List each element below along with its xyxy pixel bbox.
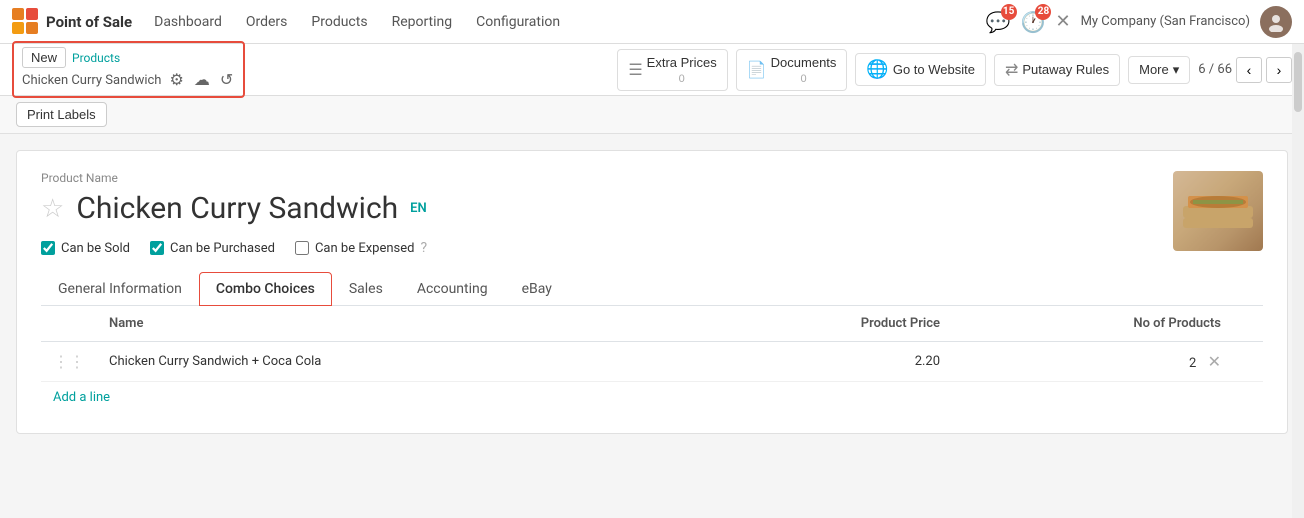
- can-be-purchased-item: Can be Purchased: [150, 241, 275, 256]
- documents-button[interactable]: 📄 Documents 0: [736, 49, 848, 91]
- combo-table: Name Product Price No of Products ⋮⋮ Chi…: [41, 306, 1263, 382]
- settings-gear-icon[interactable]: ⚙: [167, 68, 185, 92]
- products-col-header: No of Products: [952, 306, 1233, 342]
- table-row: ⋮⋮ Chicken Curry Sandwich + Coca Cola 2.…: [41, 342, 1263, 382]
- can-be-expensed-checkbox[interactable]: [295, 241, 309, 255]
- product-thumbnail: [1178, 176, 1258, 246]
- row-products-cell: 2 ✕: [952, 342, 1233, 382]
- nav-item-configuration[interactable]: Configuration: [466, 8, 570, 36]
- documents-label: Documents 0: [771, 55, 837, 85]
- toolbar-actions: ☰ Extra Prices 0 📄 Documents 0 🌐 Go to W…: [617, 49, 1292, 91]
- favorite-star-icon[interactable]: ☆: [41, 194, 64, 224]
- main-content: Product Name ☆ Chicken Curry Sandwich EN: [0, 134, 1304, 450]
- tabs: General Information Combo Choices Sales …: [41, 272, 1263, 306]
- name-col-header: Name: [97, 306, 692, 342]
- tab-accounting[interactable]: Accounting: [400, 272, 505, 306]
- can-be-expensed-item: Can be Expensed ?: [295, 240, 427, 256]
- nav-item-reporting[interactable]: Reporting: [382, 8, 463, 36]
- company-label[interactable]: My Company (San Francisco): [1081, 14, 1250, 29]
- can-be-sold-item: Can be Sold: [41, 241, 130, 256]
- drag-col-header: [41, 306, 97, 342]
- tab-ebay[interactable]: eBay: [505, 272, 569, 306]
- extra-prices-button[interactable]: ☰ Extra Prices 0: [617, 49, 727, 91]
- row-price-cell: 2.20: [692, 342, 952, 382]
- can-be-purchased-checkbox[interactable]: [150, 241, 164, 255]
- print-labels-bar: Print Labels: [0, 96, 1304, 134]
- print-labels-button[interactable]: Print Labels: [16, 102, 107, 127]
- avatar-icon: [1266, 12, 1286, 32]
- document-icon: 📄: [747, 60, 767, 80]
- product-image-placeholder: [1173, 171, 1263, 251]
- help-icon[interactable]: ?: [420, 240, 427, 256]
- product-form: Product Name ☆ Chicken Curry Sandwich EN: [16, 150, 1288, 434]
- product-name-label: Product Name: [41, 171, 1263, 185]
- more-button[interactable]: More ▾: [1128, 56, 1190, 84]
- breadcrumb[interactable]: New Products Chicken Curry Sandwich ⚙ ☁ …: [12, 41, 245, 98]
- cloud-upload-icon[interactable]: ☁: [192, 68, 212, 92]
- nav-item-dashboard[interactable]: Dashboard: [144, 8, 232, 36]
- undo-icon[interactable]: ↺: [218, 68, 235, 92]
- add-line-link[interactable]: Add a line: [41, 382, 122, 413]
- drag-handle-cell[interactable]: ⋮⋮: [41, 342, 97, 382]
- pos-icon: [12, 8, 40, 36]
- language-badge[interactable]: EN: [410, 201, 427, 216]
- action-bar: New Products Chicken Curry Sandwich ⚙ ☁ …: [0, 44, 1304, 96]
- next-page-button[interactable]: ›: [1266, 57, 1292, 83]
- globe-icon: 🌐: [866, 59, 888, 80]
- activity-icon-btn[interactable]: 🕐 28: [1021, 10, 1046, 34]
- putaway-rules-button[interactable]: ⇄ Putaway Rules: [994, 54, 1120, 86]
- can-be-purchased-label: Can be Purchased: [170, 241, 275, 256]
- nav-item-products[interactable]: Products: [301, 8, 377, 36]
- tab-sales[interactable]: Sales: [332, 272, 400, 306]
- extra-prices-label: Extra Prices 0: [647, 55, 717, 85]
- actions-col-header: [1233, 306, 1263, 342]
- drag-handle-icon[interactable]: ⋮⋮: [53, 352, 85, 371]
- shuffle-icon: ⇄: [1005, 60, 1018, 80]
- scrollbar-thumb[interactable]: [1294, 52, 1302, 112]
- breadcrumb-current: Chicken Curry Sandwich ⚙ ☁ ↺: [22, 68, 235, 92]
- row-actions-cell: [1233, 342, 1263, 382]
- chat-icon-btn[interactable]: 💬 15: [986, 10, 1011, 34]
- list-icon: ☰: [628, 60, 642, 80]
- nav-item-orders[interactable]: Orders: [236, 8, 298, 36]
- user-avatar[interactable]: [1260, 6, 1292, 38]
- nav-right: 💬 15 🕐 28 ✕ My Company (San Francisco): [986, 6, 1292, 38]
- go-website-button[interactable]: 🌐 Go to Website: [855, 53, 986, 86]
- scrollbar[interactable]: [1292, 44, 1304, 518]
- chat-badge: 15: [1001, 4, 1017, 20]
- nav-brand-label: Point of Sale: [46, 13, 132, 31]
- top-nav: Point of Sale Dashboard Orders Products …: [0, 0, 1304, 44]
- delete-row-icon[interactable]: ✕: [1208, 352, 1221, 371]
- checkbox-row: Can be Sold Can be Purchased Can be Expe…: [41, 240, 1263, 256]
- settings-icon[interactable]: ✕: [1055, 11, 1070, 32]
- can-be-sold-label: Can be Sold: [61, 241, 130, 256]
- row-name-cell[interactable]: Chicken Curry Sandwich + Coca Cola: [97, 342, 692, 382]
- add-line-container: Add a line: [41, 382, 1263, 413]
- products-breadcrumb-link[interactable]: Products: [72, 51, 120, 65]
- pagination-text: 6 / 66: [1198, 62, 1232, 77]
- product-title[interactable]: Chicken Curry Sandwich: [76, 191, 398, 226]
- can-be-sold-checkbox[interactable]: [41, 241, 55, 255]
- product-name-row: ☆ Chicken Curry Sandwich EN: [41, 191, 1263, 226]
- activity-badge: 28: [1035, 4, 1051, 20]
- pagination: 6 / 66 ‹ ›: [1198, 57, 1292, 83]
- tab-combo-choices[interactable]: Combo Choices: [199, 272, 332, 306]
- prev-page-button[interactable]: ‹: [1236, 57, 1262, 83]
- new-button[interactable]: New: [22, 47, 66, 68]
- price-col-header: Product Price: [692, 306, 952, 342]
- product-image[interactable]: [1173, 171, 1263, 251]
- nav-logo[interactable]: Point of Sale: [12, 8, 132, 36]
- chevron-down-icon: ▾: [1173, 62, 1180, 78]
- can-be-expensed-label: Can be Expensed: [315, 241, 415, 256]
- current-page-label: Chicken Curry Sandwich: [22, 73, 161, 88]
- tab-general-information[interactable]: General Information: [41, 272, 199, 306]
